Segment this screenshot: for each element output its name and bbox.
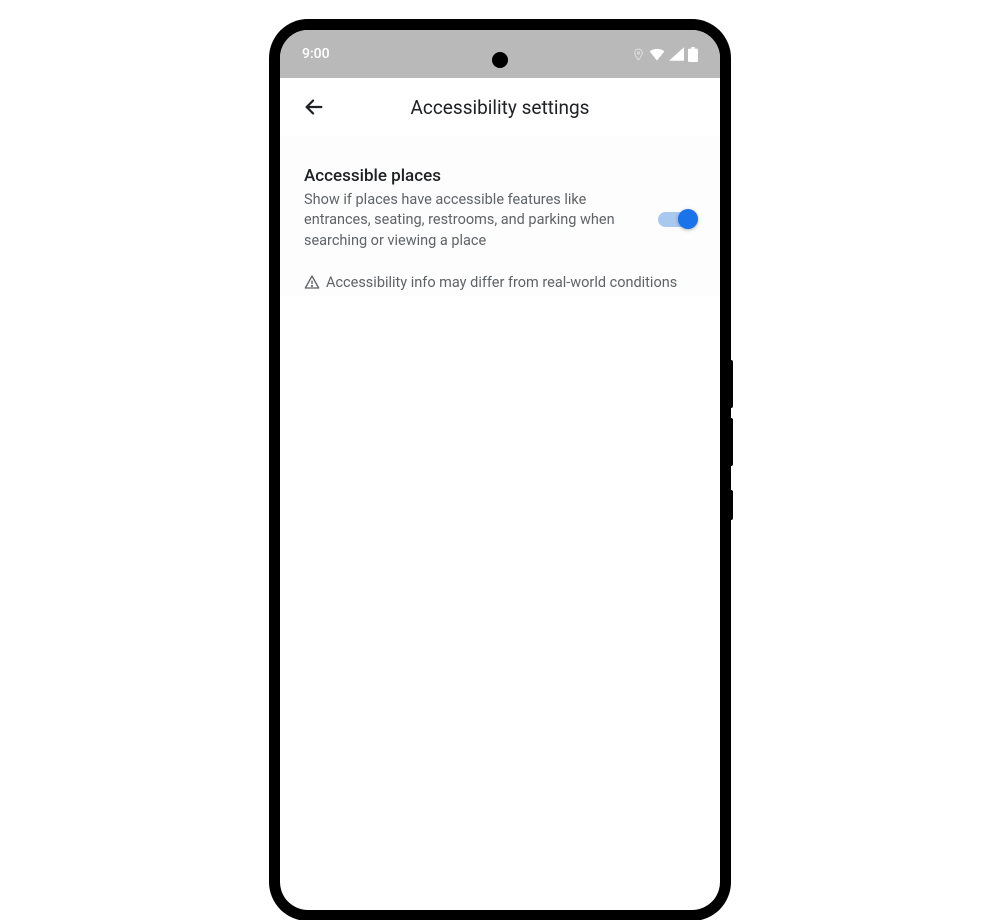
- back-button[interactable]: [298, 91, 330, 123]
- signal-icon: [669, 47, 684, 61]
- camera-notch: [492, 52, 508, 68]
- volume-up-button: [729, 360, 733, 408]
- toggle-thumb: [678, 209, 698, 229]
- volume-down-button: [729, 418, 733, 466]
- phone-screen: 9:00 Accessibility sett: [280, 30, 720, 910]
- phone-frame: 9:00 Accessibility sett: [270, 20, 730, 920]
- page-title: Accessibility settings: [411, 96, 590, 119]
- settings-content: Accessible places Show if places have ac…: [280, 136, 720, 296]
- setting-description: Show if places have accessible features …: [304, 190, 640, 251]
- status-time: 9:00: [302, 46, 330, 62]
- accessible-places-toggle[interactable]: [658, 208, 696, 230]
- disclaimer-row: Accessibility info may differ from real-…: [304, 273, 696, 296]
- app-bar: Accessibility settings: [280, 78, 720, 136]
- warning-icon: [304, 274, 320, 296]
- disclaimer-text: Accessibility info may differ from real-…: [326, 273, 677, 293]
- location-icon: [632, 48, 645, 61]
- power-button: [729, 490, 733, 520]
- wifi-icon: [649, 47, 665, 61]
- battery-icon: [688, 47, 698, 62]
- accessible-places-row[interactable]: Accessible places Show if places have ac…: [304, 166, 696, 251]
- setting-title: Accessible places: [304, 166, 640, 186]
- arrow-left-icon: [303, 96, 325, 118]
